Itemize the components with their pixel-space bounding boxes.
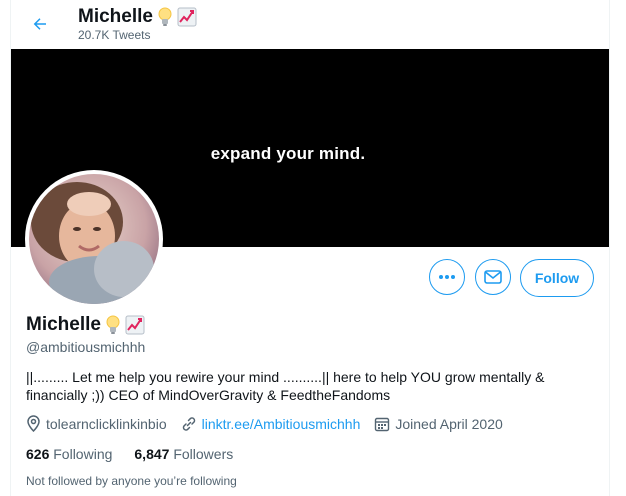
joined-date: Joined April 2020 xyxy=(374,415,503,432)
profile-meta: tolearnclicklinkinbio linktr.ee/Ambitiou… xyxy=(26,415,517,432)
calendar-icon xyxy=(375,417,390,431)
followers-stat[interactable]: 6,847 Followers xyxy=(134,446,233,462)
chart-increasing-icon xyxy=(125,315,145,335)
tweet-count: 20.7K Tweets xyxy=(78,28,151,42)
more-button[interactable] xyxy=(429,259,465,295)
banner-text: expand your mind. xyxy=(210,144,366,163)
location: tolearnclicklinkinbio xyxy=(26,415,167,432)
profile-bio: ||......... Let me help you rewire your … xyxy=(26,368,586,404)
profile-name: Michelle xyxy=(26,314,101,335)
more-icon xyxy=(439,275,455,279)
following-label: Following xyxy=(53,446,113,462)
chart-increasing-icon xyxy=(177,7,197,27)
followed-by-note: Not followed by anyone you’re following xyxy=(26,474,237,488)
joined-text: Joined April 2020 xyxy=(395,415,503,432)
link-icon xyxy=(182,416,195,431)
followers-label: Followers xyxy=(173,446,234,462)
follow-stats: 626 Following 6,847 Followers xyxy=(26,446,233,462)
following-stat[interactable]: 626 Following xyxy=(26,446,112,462)
website: linktr.ee/Ambitiousmichhh xyxy=(181,416,361,432)
envelope-icon xyxy=(484,270,502,284)
avatar[interactable] xyxy=(25,170,163,308)
header-name-row: Michelle xyxy=(78,6,197,28)
arrow-left-icon xyxy=(33,18,46,30)
lightbulb-icon xyxy=(158,7,172,26)
follow-button[interactable]: Follow xyxy=(520,259,594,297)
back-button[interactable] xyxy=(27,11,53,37)
header-name: Michelle xyxy=(78,6,153,27)
followers-count: 6,847 xyxy=(134,446,170,462)
top-bar: Michelle 20.7K Tweets xyxy=(11,0,609,48)
location-text: tolearnclicklinkinbio xyxy=(46,415,167,432)
location-pin-icon xyxy=(27,415,40,432)
avatar-photo xyxy=(29,174,159,304)
following-count: 626 xyxy=(26,446,50,462)
lightbulb-icon xyxy=(106,315,120,334)
profile-name-row: Michelle xyxy=(26,314,145,336)
message-button[interactable] xyxy=(475,259,511,295)
bio-line: financially ;)) CEO of MindOverGravity &… xyxy=(26,387,391,403)
profile-page: Michelle 20.7K Tweets expand your mind. xyxy=(10,0,610,496)
bio-line: ||......... Let me help you rewire your … xyxy=(26,369,545,385)
profile-handle: @ambitiousmichhh xyxy=(26,339,146,355)
website-link[interactable]: linktr.ee/Ambitiousmichhh xyxy=(202,416,361,432)
